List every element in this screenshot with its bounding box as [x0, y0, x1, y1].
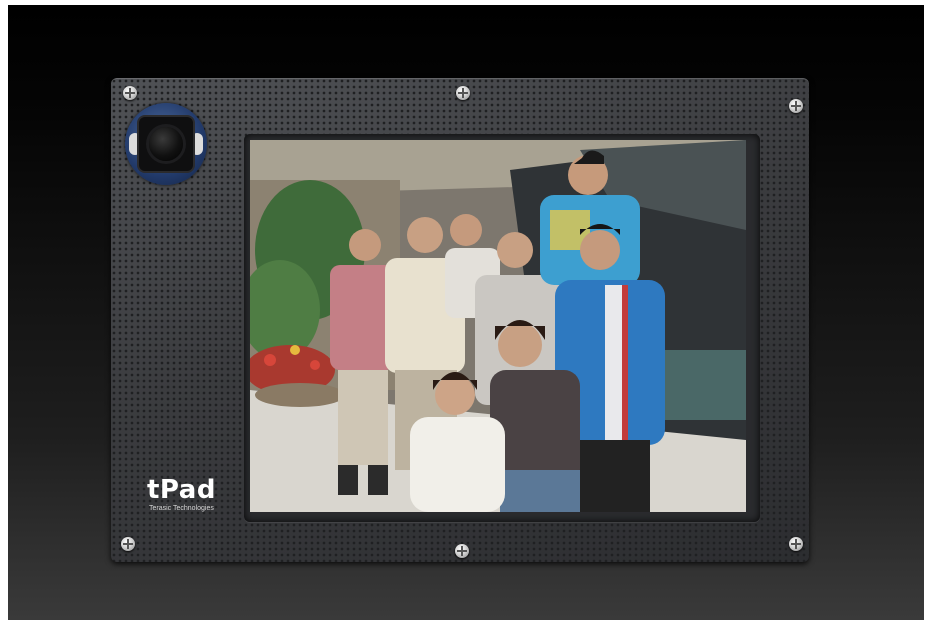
group-photo [250, 140, 746, 512]
brand-subtitle: Terasic Technologies [149, 505, 214, 512]
screw-icon [789, 99, 803, 113]
brand-logo: tPad Terasic Technologies [147, 476, 216, 512]
tpad-device-panel: tPad Terasic Technologies [111, 78, 809, 562]
screw-icon [789, 537, 803, 551]
camera-lens-icon [149, 127, 183, 161]
lcd-screen[interactable] [250, 140, 746, 512]
screw-icon [121, 537, 135, 551]
screw-icon [456, 86, 470, 100]
brand-name: tPad [147, 475, 216, 505]
background-stage: tPad Terasic Technologies [8, 5, 924, 620]
camera-board [139, 117, 193, 171]
screw-icon [123, 86, 137, 100]
camera-module[interactable] [125, 103, 207, 185]
screw-icon [455, 544, 469, 558]
